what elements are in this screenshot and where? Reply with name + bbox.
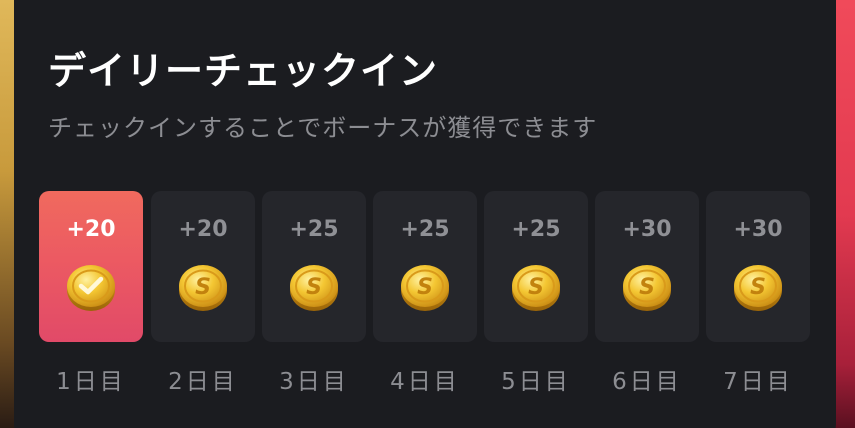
coin-icon: S [734, 265, 782, 311]
svg-text:S: S [528, 275, 544, 300]
day-label: 6日目 [612, 369, 682, 395]
page-subtitle: チェックインすることでボーナスが獲得できます [48, 114, 598, 142]
coin-icon: S [512, 265, 560, 311]
day-label: 7日目 [723, 369, 793, 395]
svg-text:S: S [306, 275, 322, 300]
svg-text:S: S [750, 275, 766, 300]
checkin-day-3[interactable]: +25 S [262, 191, 366, 342]
coin-icon: S [401, 265, 449, 311]
day-label: 1日目 [56, 369, 126, 395]
coin-icon: S [290, 265, 338, 311]
svg-text:S: S [417, 275, 433, 300]
checkin-day-1[interactable]: +20 [39, 191, 143, 342]
checkin-day-5[interactable]: +25 S [484, 191, 588, 342]
day-label: 2日目 [168, 369, 238, 395]
day-label: 3日目 [279, 369, 349, 395]
svg-text:S: S [639, 275, 655, 300]
page-title: デイリーチェックイン [48, 49, 439, 93]
reward-amount: +20 [178, 217, 228, 242]
reward-amount: +20 [66, 217, 116, 242]
reward-amount: +30 [622, 217, 672, 242]
reward-amount: +30 [733, 217, 783, 242]
reward-amount: +25 [511, 217, 561, 242]
check-coin-icon [67, 265, 115, 311]
coin-icon: S [623, 265, 671, 311]
checkin-day-6[interactable]: +30 S [595, 191, 699, 342]
svg-text:S: S [195, 275, 211, 300]
checkin-day-2[interactable]: +20 S [151, 191, 255, 342]
day-label: 4日目 [390, 369, 460, 395]
checkin-day-7[interactable]: +30 S [706, 191, 810, 342]
coin-icon: S [179, 265, 227, 311]
reward-amount: +25 [400, 217, 450, 242]
day-label: 5日目 [501, 369, 571, 395]
background-right-edge [833, 0, 855, 428]
reward-amount: +25 [289, 217, 339, 242]
checkin-day-4[interactable]: +25 S [373, 191, 477, 342]
